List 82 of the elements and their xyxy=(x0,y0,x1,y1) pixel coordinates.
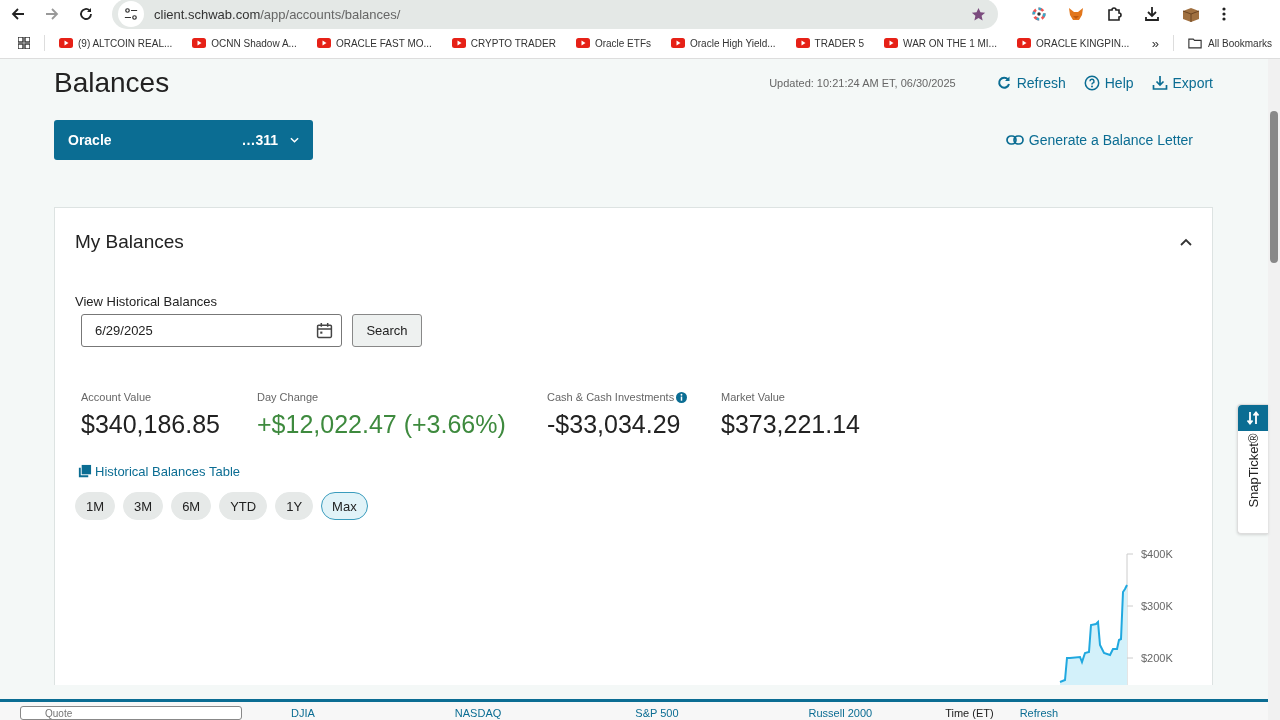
index-label[interactable]: S&P 500 xyxy=(635,707,679,719)
search-button[interactable]: Search xyxy=(352,314,422,347)
bookmark-link[interactable]: (9) ALTCOIN REAL... xyxy=(78,37,173,49)
copy-icon xyxy=(77,464,92,479)
video-play-icon xyxy=(1016,38,1031,48)
metric-value: $373,221.14 xyxy=(721,410,862,439)
chevron-up-icon[interactable] xyxy=(1180,238,1192,246)
export-link[interactable]: Export xyxy=(1172,75,1213,91)
apps-grid-icon[interactable] xyxy=(18,37,30,49)
export-icon xyxy=(1151,75,1168,91)
axis-label: $200K xyxy=(1141,652,1173,664)
historical-table-link[interactable]: Historical Balances Table xyxy=(95,464,240,479)
video-play-icon xyxy=(795,38,810,48)
metric-label: Account Value xyxy=(81,391,152,403)
calendar-icon[interactable] xyxy=(316,322,333,339)
quote-field[interactable]: Quote xyxy=(20,706,242,720)
ticker-refresh-link[interactable]: Refresh xyxy=(1019,707,1059,719)
metric-label: Cash & Cash Investments xyxy=(547,391,675,403)
card-title: My Balances xyxy=(75,231,184,253)
metric-label: Day Change xyxy=(257,391,319,403)
video-play-icon xyxy=(575,38,590,48)
video-play-icon xyxy=(316,38,331,48)
bookmark-link[interactable]: CRYPTO TRADER xyxy=(470,37,556,49)
refresh-icon xyxy=(995,75,1012,91)
bookmark-link[interactable]: OCNN Shadow A... xyxy=(211,37,297,49)
bookmark-link[interactable]: ORACLE KINGPIN... xyxy=(1035,37,1130,49)
more-menu-icon[interactable] xyxy=(1222,6,1226,22)
range-tab[interactable]: YTD xyxy=(219,492,268,520)
reload-icon[interactable] xyxy=(78,6,94,22)
bookmark-star-icon[interactable] xyxy=(971,6,986,22)
video-play-icon xyxy=(671,38,685,48)
field-label: View Historical Balances xyxy=(75,294,219,309)
axis-label: $400K xyxy=(1141,548,1173,560)
folder-icon xyxy=(1188,37,1203,49)
page-title: Balances xyxy=(54,67,170,99)
metric-value: -$33,034.29 xyxy=(547,410,682,439)
range-tab[interactable]: 1M xyxy=(75,492,116,520)
bookmarks-overflow-button[interactable]: » xyxy=(1151,35,1160,51)
back-icon[interactable] xyxy=(10,6,26,22)
video-play-icon xyxy=(192,38,207,48)
range-tab[interactable]: 3M xyxy=(123,492,164,520)
refresh-link[interactable]: Refresh xyxy=(1016,75,1066,91)
bookmark-link[interactable]: WAR ON THE 1 MI... xyxy=(903,37,997,49)
link-icon xyxy=(1005,135,1024,145)
index-label[interactable]: Russell 2000 xyxy=(808,707,873,719)
balance-letter-link[interactable]: Generate a Balance Letter xyxy=(1028,132,1193,148)
chevron-down-icon xyxy=(290,137,299,143)
url-text: client.schwab.com/app/accounts/balances/ xyxy=(154,6,401,22)
video-play-icon xyxy=(451,38,466,48)
range-tab[interactable]: 6M xyxy=(171,492,212,520)
help-icon xyxy=(1083,75,1100,91)
info-icon[interactable] xyxy=(676,391,688,403)
metric-value: +$12,022.47 (+3.66%) xyxy=(257,410,507,439)
bookmark-link[interactable]: Oracle ETFs xyxy=(594,37,651,49)
fox-icon[interactable] xyxy=(1068,6,1084,22)
bookmark-link[interactable]: TRADER 5 xyxy=(814,37,865,49)
site-settings-icon[interactable] xyxy=(124,7,138,21)
updated-timestamp: Updated: 10:21:24 AM ET, 06/30/2025 xyxy=(769,77,956,89)
index-label[interactable]: NASDAQ xyxy=(454,707,502,719)
time-label: Time (ET) xyxy=(945,707,994,719)
scrollbar[interactable] xyxy=(1268,59,1280,720)
box-icon[interactable] xyxy=(1182,6,1200,22)
index-label[interactable]: DJIA xyxy=(291,707,315,719)
download-icon[interactable] xyxy=(1144,6,1160,22)
all-bookmarks-link[interactable]: All Bookmarks xyxy=(1208,37,1272,49)
bookmark-link[interactable]: ORACLE FAST MO... xyxy=(335,37,432,49)
account-selector[interactable]: Oracle …311 xyxy=(54,120,313,160)
video-play-icon xyxy=(884,38,899,48)
axis-label: $300K xyxy=(1141,600,1173,612)
date-field[interactable]: 6/29/2025 xyxy=(81,314,342,347)
help-link[interactable]: Help xyxy=(1104,75,1134,91)
video-play-icon xyxy=(59,38,73,48)
address-bar[interactable]: client.schwab.com/app/accounts/balances/ xyxy=(112,0,998,29)
range-tab[interactable]: 1Y xyxy=(275,492,314,520)
puzzle-piece-icon[interactable] xyxy=(1106,6,1122,22)
metric-value: $340,186.85 xyxy=(81,410,222,439)
color-wheel-icon[interactable] xyxy=(1032,7,1046,21)
bookmark-link[interactable]: Oracle High Yield... xyxy=(690,37,776,49)
forward-icon[interactable] xyxy=(44,6,60,22)
range-tab[interactable]: Max xyxy=(321,492,368,520)
swap-arrows-icon[interactable] xyxy=(1246,411,1260,425)
metric-label: Market Value xyxy=(721,391,785,403)
